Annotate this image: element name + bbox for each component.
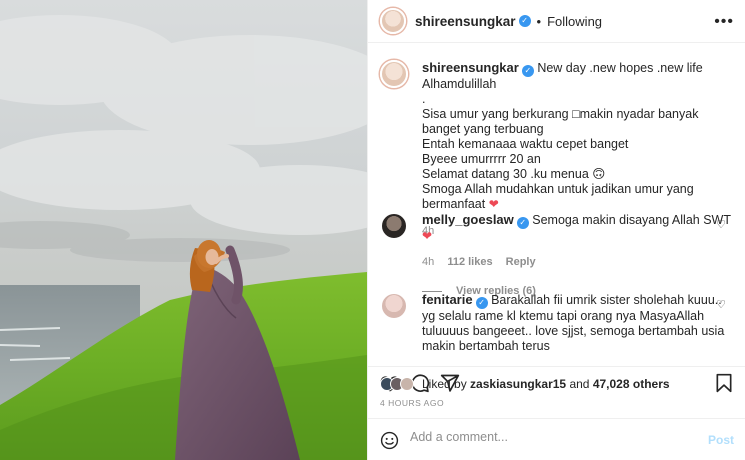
- post-header: shireensungkar ✓ • Following •••: [368, 0, 745, 43]
- post-side-panel: shireensungkar ✓ • Following ••• shireen…: [367, 0, 745, 460]
- comment-text: Semoga makin disayang Allah SWT: [532, 213, 731, 227]
- photo-scene: [0, 0, 367, 460]
- bookmark-icon[interactable]: [714, 373, 734, 393]
- caption-line-2: .: [422, 92, 426, 106]
- likes-count[interactable]: 47,028 others: [593, 377, 670, 391]
- comment-likes[interactable]: 112 likes: [447, 256, 492, 268]
- liked-by[interactable]: Liked by zaskiasungkar15 and 47,028 othe…: [380, 374, 670, 394]
- comment-username[interactable]: fenitarie: [422, 292, 473, 307]
- caption-line-5: Byeee umurrrrr 20 an: [422, 152, 541, 166]
- comment-avatar[interactable]: [380, 292, 408, 320]
- verified-icon: ✓: [475, 297, 488, 309]
- add-comment-input[interactable]: [410, 430, 700, 444]
- caption-username[interactable]: shireensungkar: [422, 60, 519, 75]
- separator-dot: •: [536, 13, 542, 29]
- verified-icon: ✓: [521, 65, 534, 77]
- liked-by-prefix: Liked by: [422, 377, 467, 391]
- caption-line-3: Sisa umur yang berkurang □makin nyadar b…: [422, 107, 699, 136]
- comment-username[interactable]: melly_goeslaw: [422, 212, 514, 227]
- liker-avatar: [400, 377, 414, 391]
- verified-icon: ✓: [518, 15, 531, 27]
- liked-by-text: Liked by zaskiasungkar15 and 47,028 othe…: [422, 377, 670, 391]
- author-avatar[interactable]: [380, 8, 406, 34]
- post-photo[interactable]: [0, 0, 367, 460]
- add-comment-bar: Post: [368, 418, 745, 460]
- author-username[interactable]: shireensungkar: [415, 14, 516, 29]
- caption-line-7: Smoga Allah mudahkan untuk jadikan umur …: [422, 182, 694, 211]
- comment-time[interactable]: 4h: [422, 256, 434, 268]
- red-heart-emoji: ❤: [488, 197, 499, 211]
- following-button[interactable]: Following: [547, 14, 602, 29]
- liked-by-and: and: [569, 377, 590, 391]
- post-timestamp[interactable]: 4 HOURS AGO: [380, 398, 444, 408]
- post-comment-button[interactable]: Post: [708, 433, 734, 447]
- instagram-post: shireensungkar ✓ • Following ••• shireen…: [0, 0, 745, 460]
- comment-item: fenitarie ✓ Barakallah fii umrik sister s…: [380, 292, 734, 354]
- emoji-icon[interactable]: [380, 431, 399, 450]
- more-icon[interactable]: •••: [714, 13, 734, 31]
- caption-line-4: Entah kemanaaa waktu cepet banget: [422, 137, 629, 151]
- comments-list[interactable]: shireensungkar ✓ New day .new hopes .new …: [368, 44, 745, 366]
- comment-avatar[interactable]: [380, 212, 408, 240]
- comment-item: melly_goeslaw ✓ Semoga makin disayang All…: [380, 212, 734, 299]
- caption-line-6: Selamat datang 30 .ku menua 🙃: [422, 167, 606, 181]
- reply-button[interactable]: Reply: [506, 256, 536, 268]
- red-heart-emoji: ❤: [422, 229, 433, 243]
- caption-avatar[interactable]: [380, 60, 408, 88]
- verified-icon: ✓: [516, 217, 529, 229]
- like-comment-icon[interactable]: ♡: [716, 298, 726, 311]
- like-comment-icon[interactable]: ♡: [716, 218, 726, 231]
- liked-by-user[interactable]: zaskiasungkar15: [470, 377, 566, 391]
